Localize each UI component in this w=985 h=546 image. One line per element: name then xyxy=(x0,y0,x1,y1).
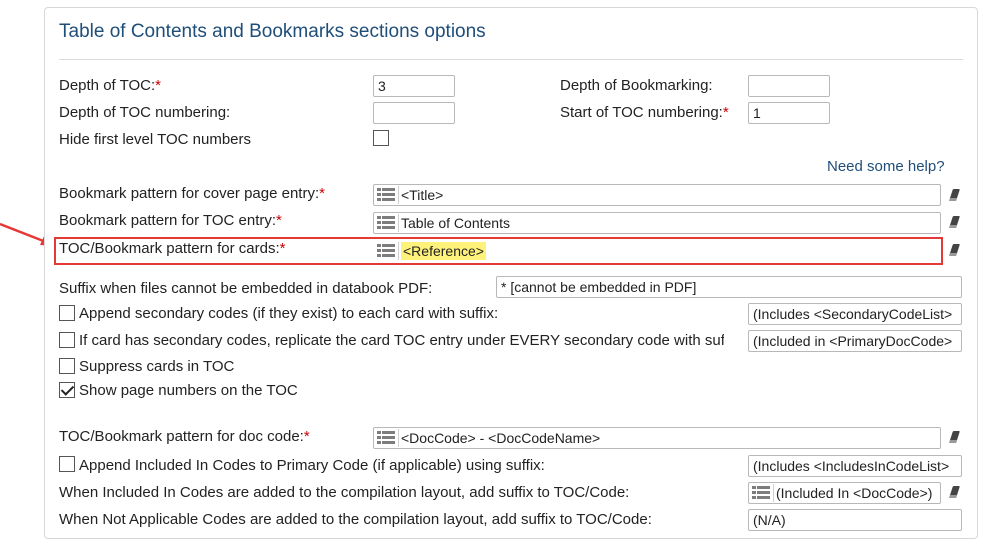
not-applicable-suffix-label: When Not Applicable Codes are added to t… xyxy=(59,511,652,528)
suppress-cards-label: Suppress cards in TOC xyxy=(79,358,235,375)
required-mark: * xyxy=(722,104,729,121)
field-separator xyxy=(398,429,399,447)
required-mark: * xyxy=(276,212,282,229)
cover-pattern-label: Bookmark pattern for cover page entry:* xyxy=(59,185,325,202)
append-secondary-checkbox[interactable] xyxy=(59,305,75,321)
append-included-input[interactable]: (Includes <IncludesInCodeList> xyxy=(748,455,962,477)
field-separator xyxy=(398,186,399,204)
need-help-link[interactable]: Need some help? xyxy=(827,158,945,175)
not-applicable-suffix-input[interactable]: (N/A) xyxy=(748,509,962,531)
field-separator xyxy=(398,242,399,260)
cover-pattern-input[interactable]: <Title> xyxy=(373,184,941,206)
replicate-secondary-input[interactable]: (Included in <PrimaryDocCode> xyxy=(748,330,962,352)
depth-toc-input[interactable]: 3 xyxy=(373,75,455,97)
panel-title: Table of Contents and Bookmarks sections… xyxy=(59,21,486,42)
replicate-secondary-checkbox[interactable] xyxy=(59,332,75,348)
depth-toc-numbering-input[interactable] xyxy=(373,102,455,124)
suppress-cards-checkbox[interactable] xyxy=(59,358,75,374)
cards-pattern-input[interactable]: <Reference> xyxy=(373,240,939,262)
append-included-checkbox[interactable] xyxy=(59,456,75,472)
doc-code-pattern-value: <DocCode> - <DocCodeName> xyxy=(401,430,601,446)
depth-bookmarking-input[interactable] xyxy=(748,75,830,97)
hide-first-level-checkbox[interactable] xyxy=(373,130,389,146)
list-icon[interactable] xyxy=(752,486,770,500)
start-toc-numbering-input[interactable]: 1 xyxy=(748,102,830,124)
included-in-suffix-label: When Included In Codes are added to the … xyxy=(59,484,630,501)
append-secondary-label: Append secondary codes (if they exist) t… xyxy=(79,305,499,322)
required-mark: * xyxy=(279,240,286,257)
title-divider xyxy=(59,59,963,60)
list-icon[interactable] xyxy=(377,188,395,202)
cards-pattern-value: <Reference> xyxy=(401,242,486,260)
append-included-label: Append Included In Codes to Primary Code… xyxy=(79,457,545,474)
doc-code-pattern-label: TOC/Bookmark pattern for doc code:* xyxy=(59,428,310,445)
toc-pattern-label: Bookmark pattern for TOC entry:* xyxy=(59,212,282,229)
cover-pattern-value: <Title> xyxy=(401,187,444,203)
list-icon[interactable] xyxy=(377,244,395,258)
included-in-suffix-value: (Included In <DocCode>) xyxy=(776,485,933,501)
field-separator xyxy=(398,214,399,232)
doc-code-pattern-input[interactable]: <DocCode> - <DocCodeName> xyxy=(373,427,941,449)
depth-toc-numbering-label: Depth of TOC numbering: xyxy=(59,104,231,121)
list-icon[interactable] xyxy=(377,431,395,445)
suffix-not-embedded-label: Suffix when files cannot be embedded in … xyxy=(59,280,433,297)
replicate-secondary-label: If card has secondary codes, replicate t… xyxy=(79,332,724,349)
start-toc-numbering-label: Start of TOC numbering:* xyxy=(560,104,729,121)
depth-toc-label: Depth of TOC:* xyxy=(59,77,162,94)
required-mark: * xyxy=(319,185,325,202)
depth-bookmarking-label: Depth of Bookmarking: xyxy=(560,77,713,94)
cards-pattern-label: TOC/Bookmark pattern for cards:* xyxy=(59,240,286,257)
toc-pattern-input[interactable]: Table of Contents xyxy=(373,212,941,234)
hide-first-level-label: Hide first level TOC numbers xyxy=(59,131,252,148)
suffix-not-embedded-input[interactable]: * [cannot be embedded in PDF] xyxy=(496,276,962,298)
show-page-numbers-checkbox[interactable] xyxy=(59,382,75,398)
field-separator xyxy=(773,484,774,502)
list-icon[interactable] xyxy=(377,216,395,230)
included-in-suffix-input[interactable]: (Included In <DocCode>) xyxy=(748,482,941,504)
show-page-numbers-label: Show page numbers on the TOC xyxy=(79,382,298,399)
toc-pattern-value: Table of Contents xyxy=(401,215,510,231)
required-mark: * xyxy=(155,77,162,94)
append-secondary-input[interactable]: (Includes <SecondaryCodeList> xyxy=(748,303,962,325)
required-mark: * xyxy=(303,428,310,445)
